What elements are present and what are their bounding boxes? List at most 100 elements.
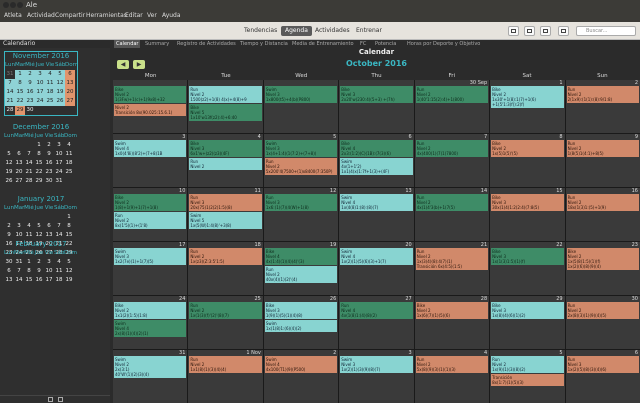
workout-event[interactable]: Bike Nivel 2 1(8)+1(9)+1(7)+1(8) xyxy=(114,194,187,211)
mini-day[interactable]: 14 xyxy=(24,159,34,168)
mini-day[interactable]: 3 xyxy=(14,222,24,231)
workout-event[interactable]: Bike Nivel 3 6x1'w+(z2)(z3)(4F) xyxy=(189,140,262,157)
mini-day[interactable]: 5 xyxy=(55,70,65,79)
mini-day[interactable]: 1 xyxy=(64,213,74,222)
mini-day[interactable]: 10 xyxy=(14,231,24,240)
mini-day[interactable]: 2 xyxy=(44,141,54,150)
subtab-tiempo-distancia[interactable]: Tiempo y Distancia xyxy=(240,40,288,48)
workout-event[interactable]: Nivel 2 Transición 8x(90.025:15.6.1) xyxy=(114,104,187,116)
mini-day[interactable]: 26 xyxy=(4,177,14,186)
menu-compartir[interactable]: Compartir xyxy=(55,10,85,22)
calendar-day[interactable]: 2 Run Nivel 2 2(1x9):(1(1):(8):9/1:8) xyxy=(565,80,640,133)
tab-tendencias[interactable]: Tendencias xyxy=(240,26,281,36)
workout-event[interactable]: Swim Nivel 2 2x(3:1) 40'W'(1)(2)(3)(4) xyxy=(114,356,187,378)
mini-day[interactable]: 29 xyxy=(34,177,44,186)
workout-event[interactable]: Run Nivel 2 1(40'1:15(2):4)+1(800) xyxy=(415,86,489,103)
mini-day[interactable]: 14 xyxy=(54,231,64,240)
mini-day[interactable]: 18 xyxy=(45,88,55,97)
calendar-day[interactable]: 22 Bike Nivel 3 1x(1(3)1:5)(1)(f) xyxy=(490,242,565,295)
calendar-day[interactable]: 29 Bike Nivel 3 1x(8)(4)(6)(1)(2) xyxy=(490,296,565,349)
subtab-media-entrenamiento[interactable]: Media de Entrenamiento xyxy=(292,40,354,48)
workout-event[interactable]: Run Nivel 2 1(8(5)1(4:1)+8(5) xyxy=(566,140,639,157)
workout-event[interactable]: Run Nivel 2 5x(8)(9)(3)(1)(1)(3) xyxy=(415,356,489,373)
mini-day[interactable]: 11 xyxy=(64,150,74,159)
mini-day[interactable]: 18 xyxy=(64,159,74,168)
workout-event[interactable]: Swim Nivel 4 4x100(T1)(9)(P500) xyxy=(264,356,338,373)
mini-day[interactable]: 6 xyxy=(14,150,24,159)
calendar-day[interactable]: 3 Swim Nivel 4 1x0(4'8i)(8'2)+(7+8)1B xyxy=(113,134,188,187)
mini-day[interactable]: 14 xyxy=(5,88,15,97)
workout-event[interactable]: Run Nivel 2 1x(1(3)(f)'(2)'(8)(7) xyxy=(189,302,262,319)
workout-event[interactable]: Run Nivel 2 2(1x9):(1(1):(8):9/1:8) xyxy=(566,86,639,103)
mini-day[interactable]: 16 xyxy=(44,159,54,168)
layout-bottom-button[interactable] xyxy=(524,26,535,36)
calendar-day[interactable]: 19 Bike Nivel 4 4x(1:4)(1)(4)(4)'(3) Run N… xyxy=(263,242,339,295)
mini-day[interactable]: 8 xyxy=(24,267,34,276)
workout-event[interactable]: Swim 1x(1(8)1:(6)(4)(2) xyxy=(264,320,338,332)
workout-event[interactable]: Run Nivel 2 1x(3(4)(8):4(7)(1) Transició… xyxy=(415,248,489,270)
mini-day[interactable]: 8 xyxy=(15,79,25,88)
mini-day[interactable]: 27 xyxy=(65,97,75,106)
mini-day[interactable]: 15 xyxy=(15,88,25,97)
mini-day[interactable]: 19 xyxy=(55,88,65,97)
mini-day[interactable]: 7 xyxy=(14,267,24,276)
calendar-day[interactable]: Swim Nivel 3 1x800(t5)+4(b)(P800) xyxy=(263,80,339,133)
calendar-day[interactable]: 17 Swim Nivel 3 1x2(7e)(1)+1(7)(5) xyxy=(113,242,188,295)
mini-day[interactable]: 30 xyxy=(25,106,35,115)
mini-day[interactable]: 11 xyxy=(54,267,64,276)
mini-day[interactable]: 20 xyxy=(14,168,24,177)
mini-day[interactable]: 13 xyxy=(14,159,24,168)
mini-day[interactable]: 28 xyxy=(24,177,34,186)
minimize-window-icon[interactable] xyxy=(10,2,16,8)
mini-day[interactable]: 25 xyxy=(45,97,55,106)
calendar-day[interactable]: 30 Run Nivel 2 2x(8)(3)(1)(9)(4)(5) xyxy=(565,296,640,349)
mini-day[interactable]: 12 xyxy=(34,231,44,240)
workout-event[interactable]: Run Nivel 2 xyxy=(189,158,262,170)
mini-day[interactable]: 16 xyxy=(34,276,44,285)
calendar-day[interactable]: 4 Bike Nivel 3 6x1'w+(z2)(z3)(4F) Run Nive… xyxy=(188,134,263,187)
mini-day[interactable]: 23 xyxy=(25,97,35,106)
calendar-day[interactable]: 1 Nov Run Nivel 2 1x1(8)(1)(3)(4)(4) xyxy=(188,350,263,403)
mini-day[interactable]: 23 xyxy=(44,168,54,177)
mini-day[interactable]: 9 xyxy=(4,231,14,240)
mini-day[interactable]: 6 xyxy=(4,267,14,276)
tab-agenda[interactable]: Agenda xyxy=(281,26,312,36)
mini-day[interactable]: 17 xyxy=(44,276,54,285)
workout-event[interactable]: Bike Nivel 2 1x30'+1(8):1(7)+1(6) +1(5'1… xyxy=(491,86,564,108)
search-input[interactable]: Buscar... xyxy=(576,26,636,36)
subtab-potencia[interactable]: Potencia xyxy=(375,40,396,48)
mini-day[interactable]: 14 xyxy=(14,276,24,285)
subtab-fc[interactable]: FC xyxy=(360,40,366,48)
workout-event[interactable]: Swim Nivel 5 1x(5(W)1:4(8)'+3(8) xyxy=(189,212,262,229)
mini-day[interactable]: 29 xyxy=(15,106,25,115)
subtab-horas-deporte[interactable]: Horas por Deporte y Objetivo xyxy=(407,40,480,48)
mini-day[interactable]: 24 xyxy=(54,168,64,177)
calendar-day[interactable]: 30 Sep Run Nivel 2 1(40'1:15(2):4)+1(800) xyxy=(414,80,490,133)
calendar-day[interactable]: 24 Bike Nivel 2 1x1(2)(1:5)(1:8) Swim Nive… xyxy=(113,296,188,349)
mini-day[interactable]: 2 xyxy=(25,70,35,79)
calendar-day[interactable]: 25 Run Nivel 2 1x(1(3)(f)'(2)'(8)(7) xyxy=(188,296,263,349)
mini-day[interactable]: 2 xyxy=(4,222,14,231)
menu-atleta[interactable]: Atleta xyxy=(4,10,22,22)
subtab-calendar[interactable]: Calendar xyxy=(114,40,141,48)
menu-ver[interactable]: Ver xyxy=(147,10,157,22)
calendar-day[interactable]: Bike Nivel 2 1(3Fw)+1(c)+1(9x8)+32 Nivel … xyxy=(113,80,188,133)
mini-day[interactable]: 13 xyxy=(44,231,54,240)
workout-event[interactable]: Swim Nivel 4 1x(2)(1)(5)(6)(3)+1(7) xyxy=(340,248,413,265)
workout-event[interactable]: Bike Nivel 5 1x10'w13f(z2):4)+6:40 xyxy=(189,104,262,121)
calendar-day[interactable]: 13 Swim Nivel 4 1x(4(8)1:(8):(8)(7) xyxy=(339,188,414,241)
mini-day[interactable]: 9 xyxy=(44,150,54,159)
mini-day[interactable]: 13 xyxy=(65,79,75,88)
workout-event[interactable]: Run Nivel 2 1x(9)(1)(3)(8)(2) xyxy=(491,356,564,373)
mini-day[interactable]: 3 xyxy=(44,258,54,267)
mini-day[interactable]: 17 xyxy=(54,159,64,168)
calendar-day[interactable]: 10 Bike Nivel 2 1(8)+1(9)+1(7)+1(8) Run Ni… xyxy=(113,188,188,241)
workout-event[interactable]: Bike Nivel 3 1x(8)(4)(6)(1)(2) xyxy=(491,302,564,319)
workout-event[interactable]: Run Nivel 2 2x(8)(3)(1)(9)(4)(5) xyxy=(566,302,639,319)
workout-event[interactable]: Swim 4x(1+1'2) 1x1(4(x)1:7f+1(3)+(4F) xyxy=(340,158,413,175)
calendar-day[interactable]: 20 Swim Nivel 4 1x(2)(1)(5)(6)(3)+1(7) xyxy=(339,242,414,295)
workout-event[interactable]: Run Nivel 2 5x200'4(7500+(1)x8400(7:350P… xyxy=(264,158,338,175)
maximize-window-icon[interactable] xyxy=(17,2,23,8)
menu-actividad[interactable]: Actividad xyxy=(27,10,55,22)
mini-day[interactable]: 22 xyxy=(15,97,25,106)
